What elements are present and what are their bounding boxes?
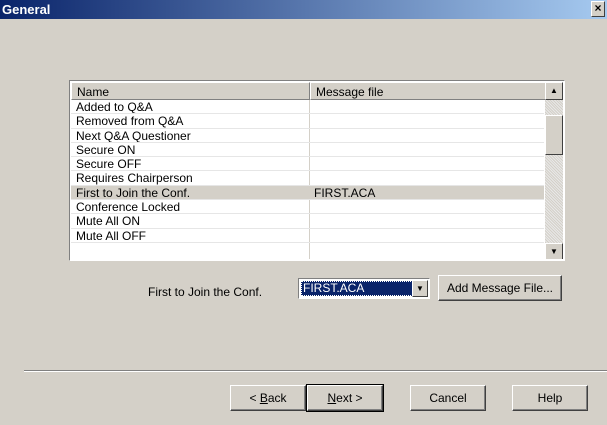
- row-name: Removed from Q&A: [76, 114, 184, 129]
- add-message-file-button[interactable]: Add Message File...: [438, 275, 562, 301]
- row-name: Added to Q&A: [76, 100, 153, 114]
- row-name: Mute All ON: [76, 214, 141, 229]
- row-message-file: FIRST.ACA: [314, 185, 376, 200]
- table-row[interactable]: Requires Chairperson: [71, 171, 544, 186]
- table-row[interactable]: Mute All OFF: [71, 229, 544, 243]
- row-name: First to Join the Conf.: [76, 185, 191, 200]
- scroll-down-button[interactable]: ▼: [545, 243, 563, 259]
- row-name: Conference Locked: [76, 200, 181, 215]
- arrow-down-icon: ▼: [550, 247, 558, 256]
- row-name: Requires Chairperson: [76, 171, 193, 186]
- column-header-file-label: Message file: [316, 85, 384, 99]
- row-divider: [71, 241, 544, 243]
- table-row[interactable]: Conference Locked: [71, 200, 544, 215]
- scroll-thumb[interactable]: [545, 115, 563, 155]
- table-row[interactable]: Secure OFF: [71, 157, 544, 172]
- chevron-down-icon: ▼: [416, 284, 424, 293]
- next-label-rest: ext >: [336, 391, 363, 405]
- scroll-up-button[interactable]: ▲: [545, 82, 563, 100]
- back-button[interactable]: < Back: [230, 385, 306, 411]
- vertical-scrollbar[interactable]: ▲ ▼: [545, 82, 563, 259]
- row-name: Mute All OFF: [76, 228, 147, 243]
- table-row[interactable]: First to Join the Conf. FIRST.ACA: [71, 185, 544, 201]
- row-name: Secure OFF: [76, 157, 142, 172]
- next-button[interactable]: Next >: [306, 384, 384, 412]
- arrow-up-icon: ▲: [550, 86, 558, 95]
- row-name: Next Q&A Questioner: [76, 128, 191, 143]
- close-button[interactable]: ×: [591, 1, 605, 17]
- column-header-name-label: Name: [77, 85, 110, 99]
- column-header-name[interactable]: Name: [71, 82, 310, 100]
- next-accelerator: N: [327, 391, 337, 405]
- close-icon: ×: [594, 1, 602, 15]
- message-field-label: First to Join the Conf.: [148, 285, 263, 299]
- back-label-rest: ack: [267, 391, 287, 405]
- combo-dropdown-button[interactable]: ▼: [412, 280, 428, 297]
- table-row[interactable]: Mute All ON: [71, 214, 544, 229]
- back-accelerator: B: [259, 391, 268, 405]
- title-bar: General ×: [0, 0, 607, 19]
- message-list-inner: Name Message file Added to Q&A Removed fr…: [71, 82, 563, 259]
- back-prefix: <: [249, 391, 260, 405]
- column-header-message-file[interactable]: Message file: [310, 82, 546, 100]
- footer-separator: [24, 370, 607, 372]
- message-file-combo[interactable]: FIRST.ACA ▼: [298, 278, 430, 299]
- table-row[interactable]: Removed from Q&A: [71, 114, 544, 129]
- row-name: Secure ON: [76, 142, 136, 157]
- list-rows: Added to Q&A Removed from Q&A Next Q&A Que…: [71, 100, 544, 243]
- message-list[interactable]: Name Message file Added to Q&A Removed fr…: [69, 80, 565, 261]
- message-file-combo-value[interactable]: FIRST.ACA: [301, 281, 413, 296]
- help-button[interactable]: Help: [512, 385, 588, 411]
- table-row[interactable]: Added to Q&A: [71, 100, 544, 115]
- cancel-button[interactable]: Cancel: [410, 385, 486, 411]
- table-row[interactable]: Secure ON: [71, 142, 544, 158]
- table-row[interactable]: Next Q&A Questioner: [71, 129, 544, 143]
- window-title: General: [2, 2, 51, 17]
